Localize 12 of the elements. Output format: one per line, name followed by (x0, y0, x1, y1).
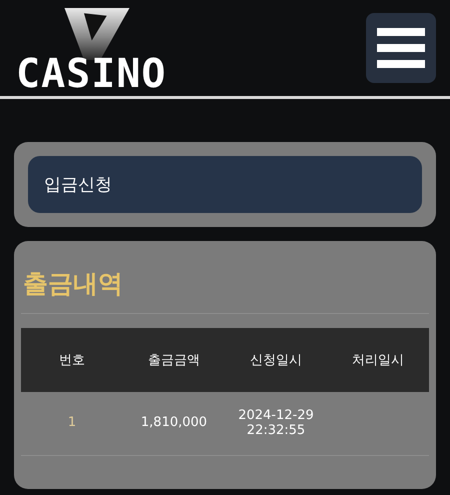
menu-button[interactable] (366, 13, 436, 83)
column-header: 처리일시 (352, 352, 404, 369)
section-title: 출금내역 (22, 268, 124, 299)
deposit-request-button[interactable]: 입금신청 (28, 156, 422, 213)
column-header: 신청일시 (250, 352, 302, 369)
column-header: 번호 (59, 352, 85, 369)
table-cell: 2024-12-29 22:32:55 (238, 408, 314, 438)
logo-text: CASINO (16, 51, 166, 97)
menu-icon (377, 28, 425, 68)
column-header: 출금금액 (148, 352, 200, 369)
table-cell: 1,810,000 (140, 416, 208, 431)
table-cell: 1 (68, 416, 76, 431)
